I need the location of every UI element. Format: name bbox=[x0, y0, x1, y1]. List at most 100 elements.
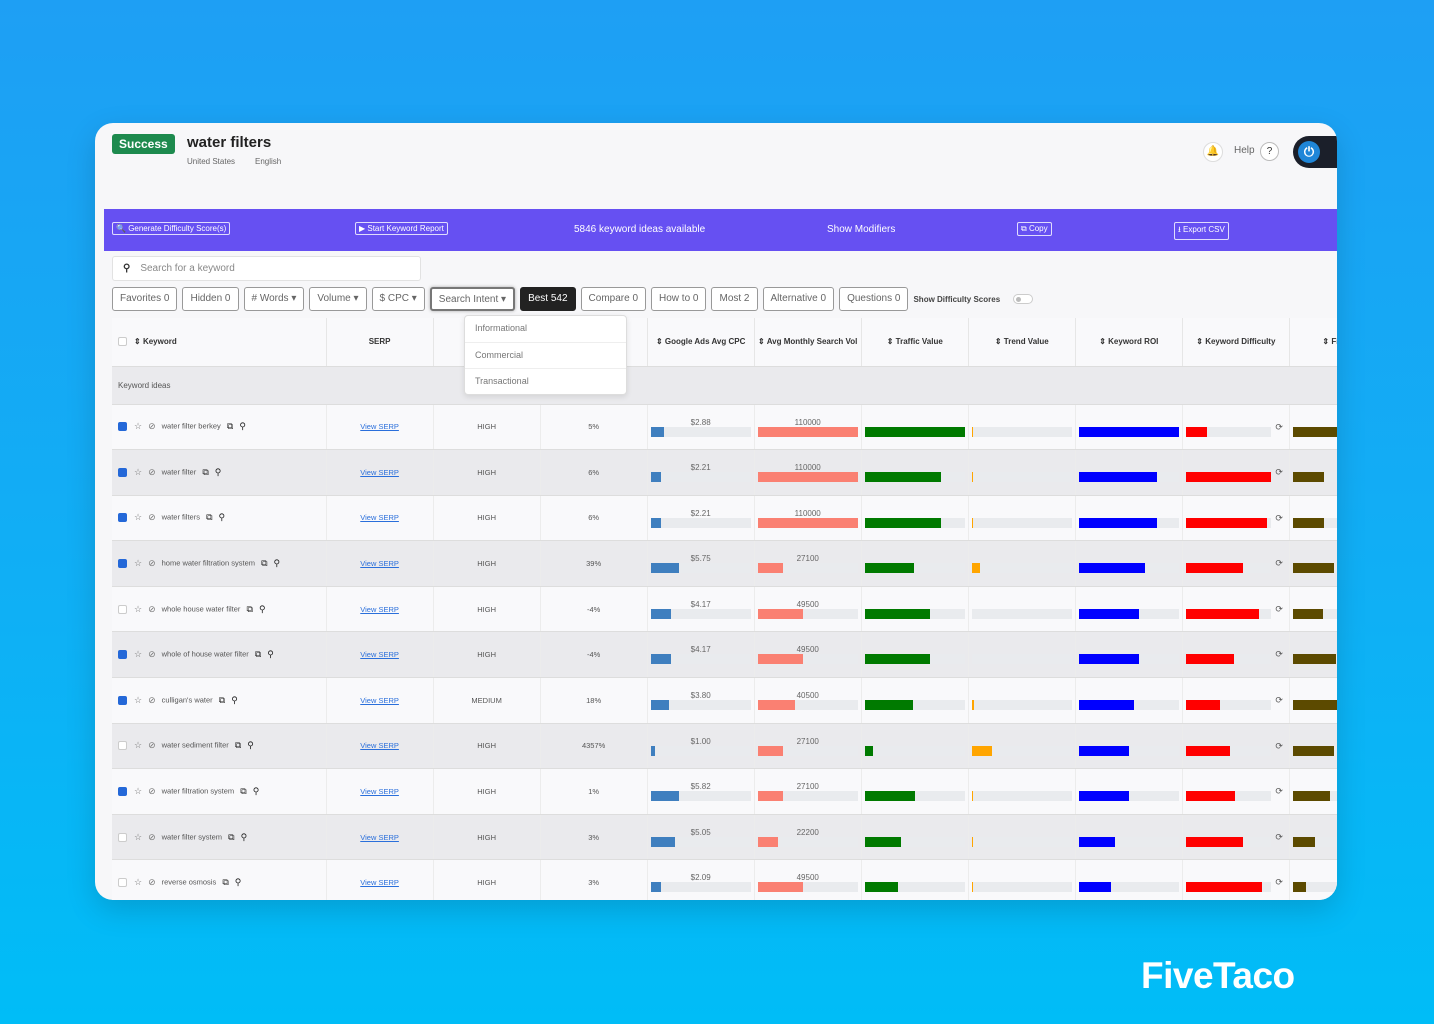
search-icon[interactable]: ⚲ bbox=[241, 832, 248, 843]
column-header[interactable]: ⇕ Fi bbox=[1289, 318, 1337, 367]
search-icon[interactable]: ⚲ bbox=[274, 558, 281, 569]
filter-button[interactable]: Search Intent ▾ bbox=[429, 287, 516, 311]
column-header[interactable]: ⇕ Keyword bbox=[112, 318, 327, 367]
view-serp-link[interactable]: View SERP bbox=[360, 468, 399, 477]
view-serp-link[interactable]: View SERP bbox=[360, 833, 399, 842]
filter-button[interactable]: Favorites 0 bbox=[112, 287, 178, 311]
filter-button[interactable]: How to 0 bbox=[651, 287, 707, 311]
generate-difficulty-button[interactable]: 🔍 Generate Difficulty Score(s) bbox=[112, 222, 231, 235]
search-icon[interactable]: ⚲ bbox=[231, 695, 238, 706]
search-icon[interactable]: ⚲ bbox=[219, 512, 226, 523]
copy-icon[interactable]: ⧉ bbox=[222, 877, 228, 888]
filter-button[interactable]: Best 542 bbox=[520, 287, 576, 311]
intent-option-transactional[interactable]: Transactional bbox=[465, 369, 626, 396]
help-icon[interactable]: ? bbox=[1260, 142, 1279, 161]
star-icon[interactable]: ☆ bbox=[134, 558, 142, 569]
hide-icon[interactable]: ⊘ bbox=[148, 558, 156, 569]
copy-icon[interactable]: ⧉ bbox=[235, 740, 241, 751]
hide-icon[interactable]: ⊘ bbox=[148, 877, 156, 888]
filter-button[interactable]: Questions 0 bbox=[839, 287, 909, 311]
show-difficulty-toggle[interactable] bbox=[1013, 294, 1034, 304]
star-icon[interactable]: ☆ bbox=[134, 512, 142, 523]
view-serp-link[interactable]: View SERP bbox=[360, 605, 399, 614]
row-checkbox[interactable] bbox=[118, 695, 127, 705]
search-icon[interactable]: ⚲ bbox=[239, 421, 246, 432]
search-input[interactable]: ⚲ Search for a keyword bbox=[112, 256, 421, 281]
refresh-icon[interactable]: ⟳ bbox=[1275, 649, 1283, 660]
filter-button[interactable]: # Words ▾ bbox=[243, 287, 305, 311]
intent-option-commercial[interactable]: Commercial bbox=[465, 343, 626, 370]
hide-icon[interactable]: ⊘ bbox=[148, 649, 156, 660]
column-header[interactable]: ⇕ Avg Monthly Search Vol bbox=[754, 318, 862, 367]
hide-icon[interactable]: ⊘ bbox=[148, 786, 156, 797]
copy-icon[interactable]: ⧉ bbox=[206, 512, 212, 523]
search-icon[interactable]: ⚲ bbox=[215, 467, 222, 478]
row-checkbox[interactable] bbox=[118, 604, 127, 614]
column-header[interactable]: ⇕ Keyword Difficulty bbox=[1182, 318, 1290, 367]
view-serp-link[interactable]: View SERP bbox=[360, 650, 399, 659]
row-checkbox[interactable] bbox=[118, 650, 127, 660]
search-icon[interactable]: ⚲ bbox=[247, 740, 254, 751]
column-header[interactable]: ⇕ Traffic Value bbox=[861, 318, 969, 367]
hide-icon[interactable]: ⊘ bbox=[148, 512, 156, 523]
row-checkbox[interactable] bbox=[118, 513, 127, 523]
copy-icon[interactable]: ⧉ bbox=[228, 832, 234, 843]
column-header[interactable]: ⇕ Keyword ROI bbox=[1075, 318, 1183, 367]
star-icon[interactable]: ☆ bbox=[134, 604, 142, 615]
search-icon[interactable]: ⚲ bbox=[235, 877, 242, 888]
view-serp-link[interactable]: View SERP bbox=[360, 559, 399, 568]
hide-icon[interactable]: ⊘ bbox=[148, 467, 156, 478]
column-header[interactable]: ⇕ Google Ads Avg CPC bbox=[647, 318, 755, 367]
row-checkbox[interactable] bbox=[118, 741, 127, 751]
copy-icon[interactable]: ⧉ bbox=[240, 786, 246, 797]
hide-icon[interactable]: ⊘ bbox=[148, 604, 156, 615]
refresh-icon[interactable]: ⟳ bbox=[1275, 877, 1283, 888]
filter-button[interactable]: Hidden 0 bbox=[182, 287, 239, 311]
column-header[interactable]: ⇕ Trend Value bbox=[968, 318, 1076, 367]
star-icon[interactable]: ☆ bbox=[134, 421, 142, 432]
search-icon[interactable]: ⚲ bbox=[259, 604, 266, 615]
view-serp-link[interactable]: View SERP bbox=[360, 741, 399, 750]
refresh-icon[interactable]: ⟳ bbox=[1275, 695, 1283, 706]
column-header[interactable]: SERP bbox=[326, 318, 434, 367]
refresh-icon[interactable]: ⟳ bbox=[1275, 422, 1283, 433]
copy-icon[interactable]: ⧉ bbox=[202, 467, 208, 478]
refresh-icon[interactable]: ⟳ bbox=[1275, 513, 1283, 524]
view-serp-link[interactable]: View SERP bbox=[360, 787, 399, 796]
search-icon[interactable]: ⚲ bbox=[267, 649, 274, 660]
refresh-icon[interactable]: ⟳ bbox=[1275, 741, 1283, 752]
view-serp-link[interactable]: View SERP bbox=[360, 878, 399, 887]
refresh-icon[interactable]: ⟳ bbox=[1275, 832, 1283, 843]
help-link[interactable]: Help bbox=[1234, 145, 1255, 156]
power-toggle[interactable]: ⏻ bbox=[1293, 136, 1337, 168]
copy-icon[interactable]: ⧉ bbox=[255, 649, 261, 660]
star-icon[interactable]: ☆ bbox=[134, 832, 142, 843]
filter-button[interactable]: Alternative 0 bbox=[762, 287, 835, 311]
search-icon[interactable]: ⚲ bbox=[253, 786, 260, 797]
star-icon[interactable]: ☆ bbox=[134, 877, 142, 888]
filter-button[interactable]: Most 2 bbox=[711, 287, 758, 311]
view-serp-link[interactable]: View SERP bbox=[360, 422, 399, 431]
copy-button[interactable]: ⧉ Copy bbox=[1017, 222, 1052, 236]
refresh-icon[interactable]: ⟳ bbox=[1275, 467, 1283, 478]
hide-icon[interactable]: ⊘ bbox=[148, 740, 156, 751]
row-checkbox[interactable] bbox=[118, 467, 127, 477]
star-icon[interactable]: ☆ bbox=[134, 649, 142, 660]
star-icon[interactable]: ☆ bbox=[134, 740, 142, 751]
copy-icon[interactable]: ⧉ bbox=[247, 604, 253, 615]
copy-icon[interactable]: ⧉ bbox=[219, 695, 225, 706]
refresh-icon[interactable]: ⟳ bbox=[1275, 558, 1283, 569]
row-checkbox[interactable] bbox=[118, 787, 127, 797]
row-checkbox[interactable] bbox=[118, 832, 127, 842]
start-report-button[interactable]: ▶ Start Keyword Report bbox=[355, 222, 448, 235]
row-checkbox[interactable] bbox=[118, 559, 127, 569]
hide-icon[interactable]: ⊘ bbox=[148, 832, 156, 843]
view-serp-link[interactable]: View SERP bbox=[360, 696, 399, 705]
filter-button[interactable]: $ CPC ▾ bbox=[371, 287, 425, 311]
intent-option-informational[interactable]: Informational bbox=[465, 316, 626, 343]
refresh-icon[interactable]: ⟳ bbox=[1275, 604, 1283, 615]
copy-icon[interactable]: ⧉ bbox=[227, 421, 233, 432]
bell-icon[interactable]: 🔔 bbox=[1203, 142, 1223, 162]
show-modifiers-button[interactable]: Show Modifiers bbox=[827, 224, 895, 235]
filter-button[interactable]: Compare 0 bbox=[580, 287, 647, 311]
